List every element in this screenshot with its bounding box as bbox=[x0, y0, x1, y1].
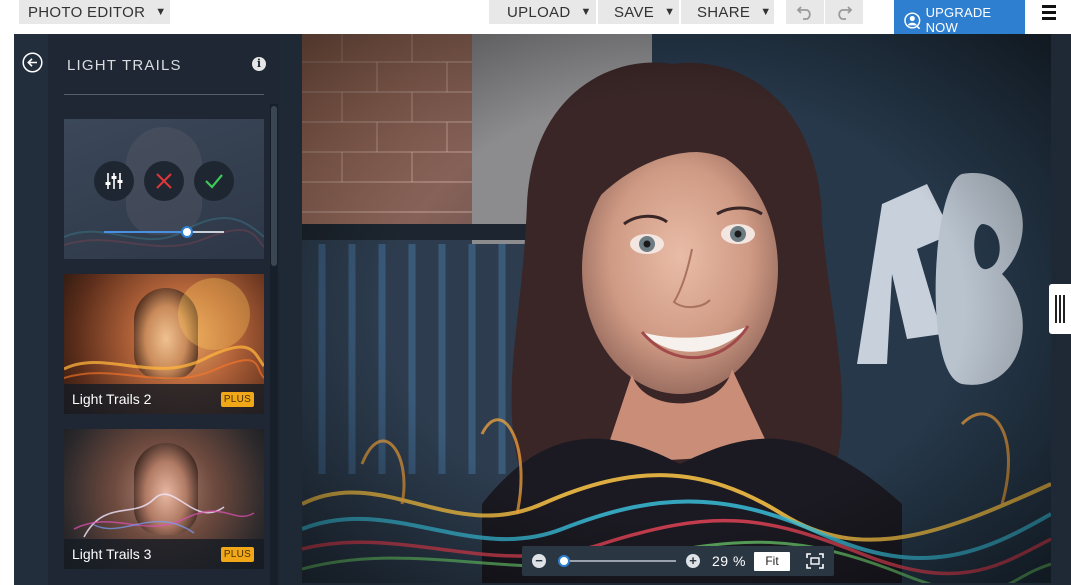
chevron-down-icon: ▼ bbox=[760, 6, 772, 18]
redo-button[interactable] bbox=[825, 0, 863, 24]
photo-canvas[interactable] bbox=[302, 34, 1051, 583]
zoom-slider-handle[interactable] bbox=[558, 555, 570, 567]
filter-thumbnail[interactable]: Light Trails 3 PLUS bbox=[64, 429, 264, 569]
top-toolbar: PHOTO EDITOR ▼ UPLOAD ▼ SAVE ▼ SHARE ▼ U… bbox=[0, 0, 1071, 40]
redo-icon bbox=[838, 6, 853, 20]
intensity-handle[interactable] bbox=[181, 226, 193, 238]
right-panel-toggle[interactable] bbox=[1049, 284, 1071, 334]
zoom-slider[interactable] bbox=[558, 560, 676, 562]
panel-divider bbox=[64, 94, 264, 95]
intensity-slider[interactable] bbox=[104, 226, 224, 238]
tool-rail bbox=[14, 34, 48, 585]
upload-button[interactable]: UPLOAD ▼ bbox=[489, 0, 596, 24]
apply-icon bbox=[205, 174, 223, 189]
upgrade-user-icon bbox=[904, 11, 921, 29]
photo-editor-menu-label: PHOTO EDITOR bbox=[28, 3, 146, 21]
upload-label: UPLOAD bbox=[507, 3, 571, 21]
upgrade-now-label: UPGRADE NOW bbox=[925, 5, 992, 35]
chevron-down-icon: ▼ bbox=[155, 6, 167, 18]
back-icon[interactable] bbox=[22, 52, 43, 73]
adjust-icon bbox=[105, 173, 123, 189]
share-label: SHARE bbox=[697, 3, 751, 21]
menu-icon[interactable] bbox=[1040, 5, 1058, 21]
filter-caption: Light Trails 3 PLUS bbox=[64, 539, 264, 569]
undo-button[interactable] bbox=[786, 0, 824, 24]
filter-name: Light Trails 2 bbox=[72, 391, 152, 407]
save-label: SAVE bbox=[614, 3, 655, 21]
photo-editor-menu[interactable]: PHOTO EDITOR ▼ bbox=[19, 0, 170, 24]
panel-title: LIGHT TRAILS bbox=[67, 57, 182, 74]
plus-badge: PLUS bbox=[221, 392, 254, 407]
chevron-down-icon: ▼ bbox=[580, 6, 592, 18]
undo-icon bbox=[796, 6, 811, 20]
share-button[interactable]: SHARE ▼ bbox=[681, 0, 774, 24]
chevron-down-icon: ▼ bbox=[664, 6, 676, 18]
save-button[interactable]: SAVE ▼ bbox=[598, 0, 679, 24]
fullscreen-icon[interactable] bbox=[806, 553, 824, 569]
info-icon[interactable]: i bbox=[252, 57, 266, 71]
edited-photo bbox=[302, 34, 1051, 583]
zoom-in-icon[interactable]: + bbox=[686, 554, 700, 568]
active-filter-card bbox=[64, 119, 264, 259]
apply-button[interactable] bbox=[194, 161, 234, 201]
filter-caption: Light Trails 2 PLUS bbox=[64, 384, 264, 414]
plus-badge: PLUS bbox=[221, 547, 254, 562]
filter-name: Light Trails 3 bbox=[72, 546, 152, 562]
adjust-button[interactable] bbox=[94, 161, 134, 201]
filter-thumbnail[interactable]: Light Trails 2 PLUS bbox=[64, 274, 264, 414]
cancel-button[interactable] bbox=[144, 161, 184, 201]
zoom-level: 29 % bbox=[712, 553, 746, 569]
zoom-controls: − + 29 % Fit bbox=[522, 546, 834, 576]
fit-button[interactable]: Fit bbox=[754, 552, 790, 571]
filter-panel: LIGHT TRAILS i Light Trails 2 PLUS Light… bbox=[48, 34, 280, 585]
intensity-fill bbox=[104, 231, 188, 233]
zoom-out-icon[interactable]: − bbox=[532, 554, 546, 568]
cancel-icon bbox=[156, 173, 172, 189]
panel-scrollbar-thumb[interactable] bbox=[271, 106, 277, 266]
